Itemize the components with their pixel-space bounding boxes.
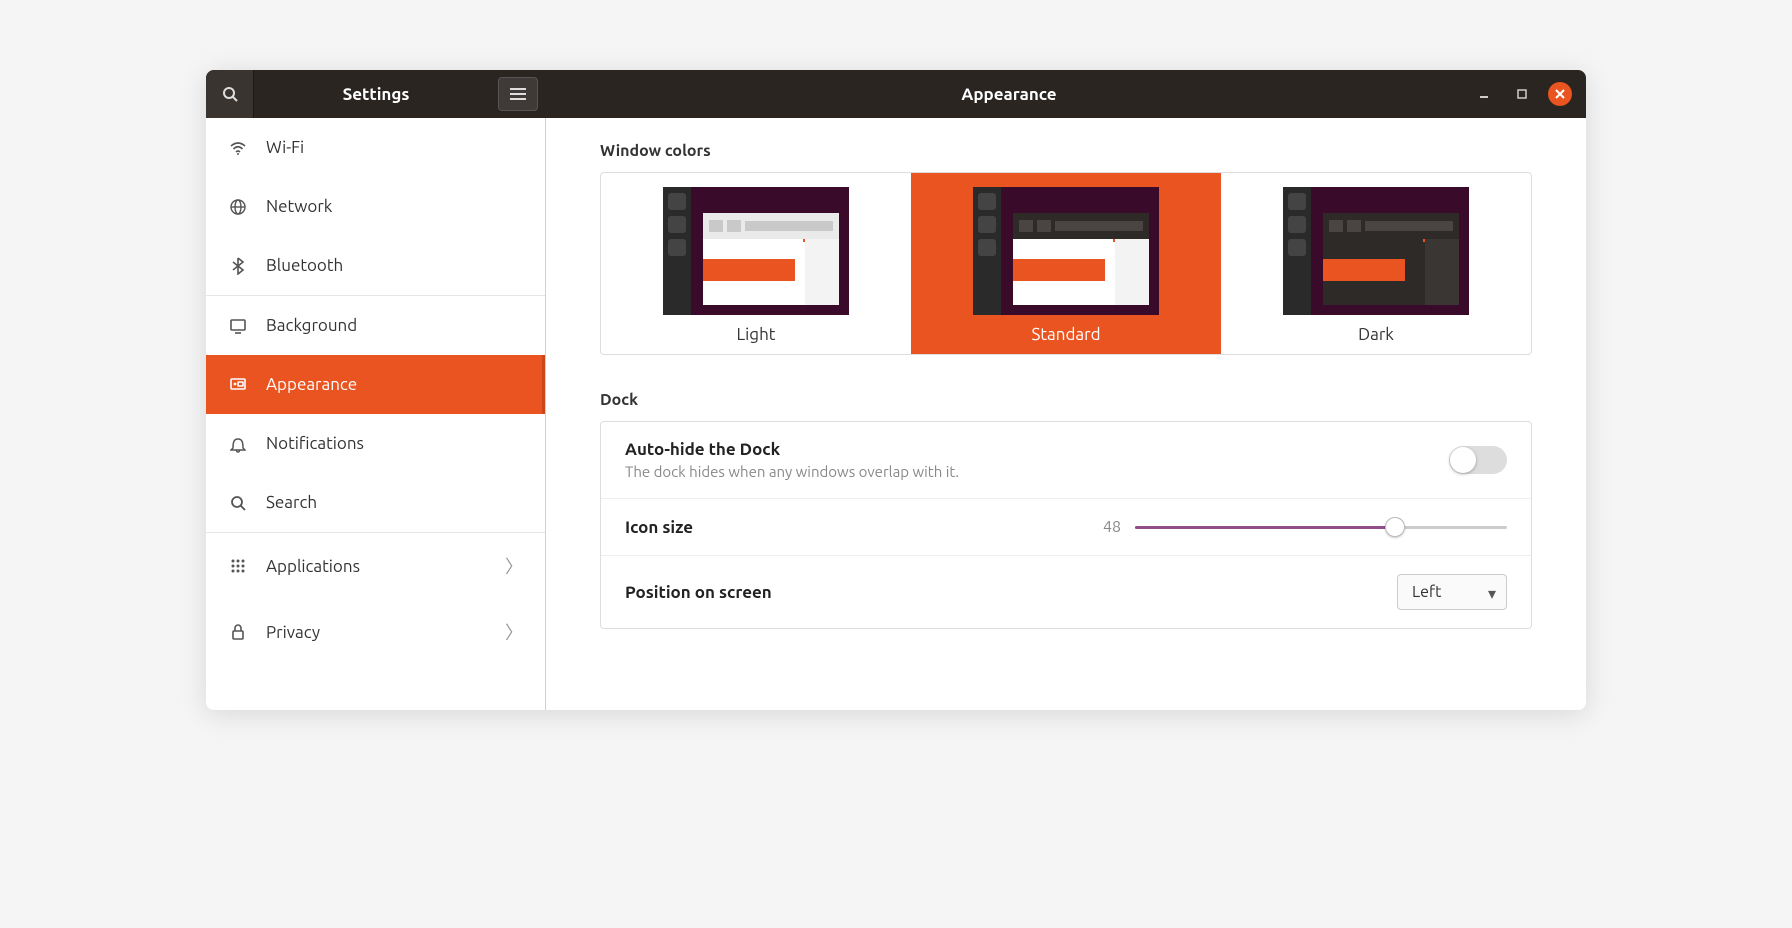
- close-button[interactable]: [1548, 82, 1572, 106]
- position-value: Left: [1412, 583, 1441, 601]
- sidebar-item-label: Background: [266, 316, 357, 335]
- sidebar-item-search[interactable]: Search: [206, 473, 545, 532]
- window-body: Wi-Fi Network Bluetooth Background Appea…: [206, 118, 1586, 710]
- search-icon: [228, 495, 248, 511]
- position-title: Position on screen: [625, 583, 772, 602]
- lock-icon: [228, 623, 248, 641]
- settings-window: Settings Appearance: [206, 70, 1586, 710]
- maximize-button[interactable]: [1510, 82, 1534, 106]
- sidebar-item-privacy[interactable]: Privacy 〉: [206, 599, 545, 665]
- theme-selector: Light Standard Dark: [600, 172, 1532, 355]
- sidebar-title: Settings: [254, 85, 498, 104]
- theme-label: Dark: [1358, 325, 1394, 344]
- hamburger-icon: [510, 88, 526, 100]
- dock-heading: Dock: [600, 391, 1532, 409]
- page-title: Appearance: [546, 85, 1472, 104]
- sidebar-item-label: Network: [266, 197, 332, 216]
- window-controls: [1472, 82, 1586, 106]
- autohide-title: Auto-hide the Dock: [625, 440, 959, 459]
- theme-thumb-light: [663, 187, 849, 315]
- iconsize-value: 48: [1087, 518, 1121, 536]
- dock-position-row: Position on screen Left: [601, 556, 1531, 628]
- dock-panel: Auto-hide the Dock The dock hides when a…: [600, 421, 1532, 629]
- sidebar-item-applications[interactable]: Applications 〉: [206, 532, 545, 599]
- wifi-icon: [228, 139, 248, 157]
- iconsize-title: Icon size: [625, 518, 693, 537]
- minimize-button[interactable]: [1472, 82, 1496, 106]
- dock-iconsize-row: Icon size 48: [601, 499, 1531, 556]
- theme-label: Standard: [1031, 325, 1100, 344]
- sidebar-item-label: Bluetooth: [266, 256, 343, 275]
- titlebar-left: Settings: [206, 70, 546, 118]
- chevron-right-icon: 〉: [505, 619, 523, 645]
- sidebar-item-label: Applications: [266, 557, 360, 576]
- sidebar-item-wifi[interactable]: Wi-Fi: [206, 118, 545, 177]
- titlebar: Settings Appearance: [206, 70, 1586, 118]
- theme-thumb-dark: [1283, 187, 1469, 315]
- hamburger-button[interactable]: [498, 77, 538, 111]
- sidebar-item-network[interactable]: Network: [206, 177, 545, 236]
- autohide-subtitle: The dock hides when any windows overlap …: [625, 463, 959, 480]
- window-colors-heading: Window colors: [600, 142, 1532, 160]
- search-icon: [222, 86, 238, 102]
- position-select[interactable]: Left: [1397, 574, 1507, 610]
- sidebar-item-label: Wi-Fi: [266, 138, 304, 157]
- bell-icon: [228, 435, 248, 453]
- appearance-icon: [228, 376, 248, 394]
- theme-option-standard[interactable]: Standard: [911, 173, 1221, 354]
- dock-autohide-row: Auto-hide the Dock The dock hides when a…: [601, 422, 1531, 499]
- sidebar-item-label: Appearance: [266, 375, 357, 394]
- sidebar-item-label: Notifications: [266, 434, 364, 453]
- theme-label: Light: [737, 325, 776, 344]
- maximize-icon: [1517, 89, 1527, 99]
- theme-option-dark[interactable]: Dark: [1221, 173, 1531, 354]
- iconsize-slider[interactable]: [1135, 517, 1507, 537]
- theme-thumb-standard: [973, 187, 1159, 315]
- grid-icon: [228, 558, 248, 574]
- chevron-right-icon: 〉: [505, 553, 523, 579]
- bluetooth-icon: [228, 257, 248, 275]
- sidebar-item-label: Privacy: [266, 623, 320, 642]
- close-icon: [1555, 89, 1565, 99]
- content-area: Window colors Light Standard: [546, 118, 1586, 710]
- sidebar-item-notifications[interactable]: Notifications: [206, 414, 545, 473]
- sidebar-item-background[interactable]: Background: [206, 295, 545, 355]
- autohide-toggle[interactable]: [1449, 446, 1507, 474]
- sidebar: Wi-Fi Network Bluetooth Background Appea…: [206, 118, 546, 710]
- theme-option-light[interactable]: Light: [601, 173, 911, 354]
- sidebar-item-bluetooth[interactable]: Bluetooth: [206, 236, 545, 295]
- minimize-icon: [1479, 89, 1489, 99]
- globe-icon: [228, 198, 248, 216]
- display-icon: [228, 317, 248, 335]
- search-button[interactable]: [206, 70, 254, 118]
- sidebar-item-label: Search: [266, 493, 317, 512]
- titlebar-right: Appearance: [546, 70, 1586, 118]
- sidebar-item-appearance[interactable]: Appearance: [206, 355, 545, 414]
